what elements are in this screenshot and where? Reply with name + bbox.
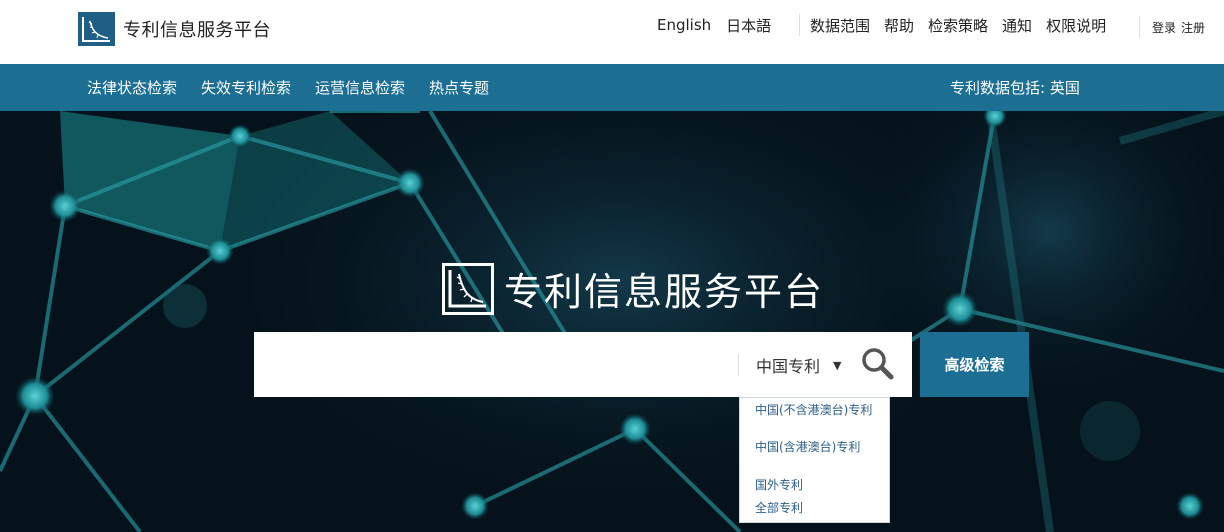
option-china-excl-hmt[interactable]: 中国(不含港澳台)专利 (755, 404, 880, 417)
lang-japanese-link[interactable]: 日本語 (726, 15, 771, 36)
register-link[interactable]: 注册 (1181, 19, 1205, 36)
search-strategy-link[interactable]: 检索策略 (928, 15, 988, 36)
login-link[interactable]: 登录 (1152, 19, 1176, 36)
hero-logo-icon (442, 262, 494, 315)
nav-legal-status-search[interactable]: 法律状态检索 (87, 77, 177, 98)
top-header: 专利信息服务平台 English 日本語 数据范围 帮助 检索策略 通知 权限说… (0, 0, 1224, 64)
brand-name: 专利信息服务平台 (123, 20, 271, 41)
search-box: 中国专利 ▼ (254, 332, 912, 397)
permission-link[interactable]: 权限说明 (1046, 15, 1106, 36)
network-background (0, 111, 1224, 532)
advanced-search-button[interactable]: 高级检索 (920, 332, 1029, 397)
option-all-patents[interactable]: 全部专利 (755, 502, 803, 515)
help-link[interactable]: 帮助 (884, 15, 914, 36)
brand-logo-icon (78, 12, 115, 46)
hero-title: 专利信息服务平台 (442, 261, 824, 316)
patent-data-scope: 专利数据包括: 英国 (950, 79, 1080, 97)
search-icon[interactable] (860, 346, 896, 382)
brand[interactable]: 专利信息服务平台 (78, 12, 271, 46)
search-separator (738, 354, 739, 376)
nav-hot-topics[interactable]: 热点专题 (429, 77, 489, 98)
database-select[interactable]: 中国专利 ▼ (756, 354, 841, 376)
search-input[interactable] (254, 332, 734, 397)
language-switcher: English 日本語 (657, 14, 786, 36)
nav-invalid-patent-search[interactable]: 失效专利检索 (201, 77, 291, 98)
notice-link[interactable]: 通知 (1002, 15, 1032, 36)
hero-title-text: 专利信息服务平台 (504, 270, 825, 314)
hero-section: 专利信息服务平台 中国专利 ▼ 高级检索 中国(不含港澳台)专利 中国(含港澳台… (0, 111, 1224, 532)
data-scope-link[interactable]: 数据范围 (810, 15, 870, 36)
lang-english-link[interactable]: English (657, 16, 711, 34)
nav-operation-info-search[interactable]: 运营信息检索 (315, 77, 405, 98)
option-foreign-patents[interactable]: 国外专利 (755, 479, 803, 492)
header-links: 数据范围 帮助 检索策略 通知 权限说明 (799, 14, 1120, 36)
caret-down-icon: ▼ (833, 358, 842, 372)
database-select-value: 中国专利 (756, 357, 821, 376)
database-dropdown: 中国(不含港澳台)专利 中国(含港澳台)专利 国外专利 全部专利 (739, 397, 890, 523)
option-china-incl-hmt[interactable]: 中国(含港澳台)专利 (755, 441, 880, 454)
auth-links: 登录 注册 (1139, 16, 1210, 38)
main-nav: 法律状态检索 失效专利检索 运营信息检索 热点专题 专利数据包括: 英国 (0, 64, 1224, 111)
